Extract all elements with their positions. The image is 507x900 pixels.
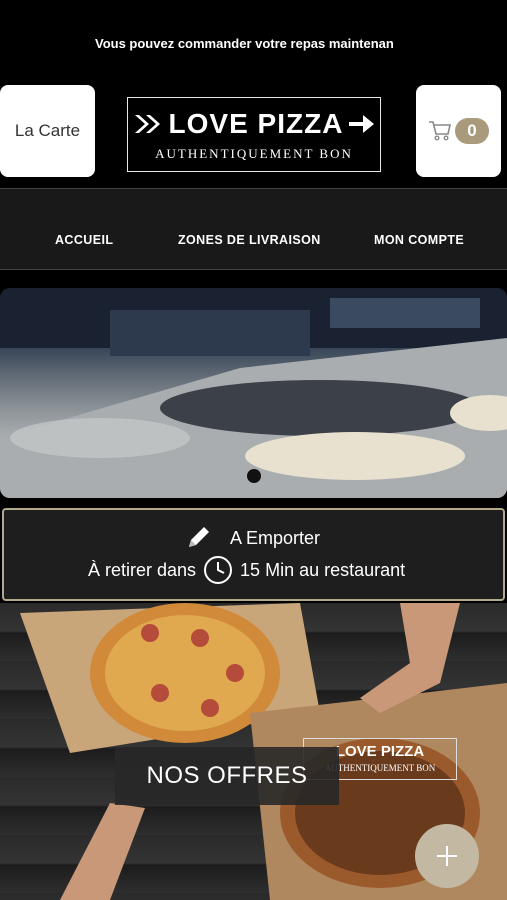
plus-icon: [437, 846, 457, 866]
cart-count-badge: 0: [455, 118, 489, 144]
pickup-time-row: À retirer dans 15 Min au restaurant: [88, 554, 405, 586]
cart-button[interactable]: 0: [416, 85, 501, 177]
add-fab-button[interactable]: [415, 824, 479, 888]
nav-item-zones-de-livraison[interactable]: ZONES DE LIVRAISON: [178, 233, 321, 247]
cart-icon: [429, 121, 451, 141]
hero-banner-image[interactable]: [0, 288, 507, 498]
carousel-indicator-dot[interactable]: [247, 469, 261, 483]
hero-image: [0, 288, 507, 498]
pencil-icon: [189, 527, 209, 547]
nav-item-mon-compte[interactable]: MON COMPTE: [374, 233, 464, 247]
pickup-prefix: À retirer dans: [88, 559, 197, 580]
double-chevron-icon: [134, 115, 160, 133]
arrow-right-icon: [349, 115, 375, 133]
brand-logo[interactable]: LOVE PIZZA AUTHENTIQUEMENT BON: [127, 97, 381, 172]
offers-button[interactable]: NOS OFFRES: [115, 747, 339, 805]
clock-icon: [204, 556, 233, 584]
logo-title-row: LOVE PIZZA: [128, 108, 380, 140]
logo-title: LOVE PIZZA: [168, 108, 344, 139]
menu-button[interactable]: La Carte: [0, 85, 95, 177]
announcement-text: Vous pouvez commander votre repas mainte…: [95, 36, 394, 51]
main-nav: ACCUEIL ZONES DE LIVRAISON MON COMPTE: [0, 188, 507, 270]
nav-item-accueil[interactable]: ACCUEIL: [55, 233, 113, 247]
order-mode-label: A Emporter: [230, 527, 321, 548]
logo-subtitle: AUTHENTIQUEMENT BON: [155, 146, 353, 161]
order-mode-panel[interactable]: A Emporter À retirer dans 15 Min au rest…: [2, 508, 505, 601]
pickup-suffix: 15 Min au restaurant: [240, 559, 406, 580]
order-mode-row: A Emporter: [186, 526, 320, 550]
